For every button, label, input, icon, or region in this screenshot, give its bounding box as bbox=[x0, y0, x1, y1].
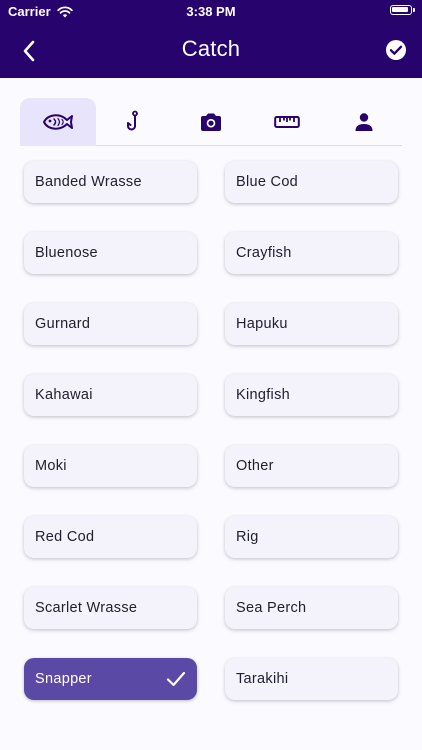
species-label: Other bbox=[236, 458, 274, 474]
species-option[interactable]: Other bbox=[225, 445, 398, 487]
species-label: Snapper bbox=[35, 671, 92, 687]
carrier-label: Carrier bbox=[8, 4, 51, 19]
carrier-info: Carrier bbox=[8, 4, 73, 19]
check-circle-icon bbox=[386, 40, 406, 60]
species-label: Bluenose bbox=[35, 245, 98, 261]
species-label: Banded Wrasse bbox=[35, 174, 142, 190]
status-bar: Carrier 3:38 PM bbox=[0, 0, 422, 22]
species-option[interactable]: Hapuku bbox=[225, 303, 398, 345]
navigation-bar: Catch bbox=[0, 22, 422, 78]
species-option[interactable]: Snapper bbox=[24, 658, 197, 700]
species-label: Gurnard bbox=[35, 316, 91, 332]
species-option[interactable]: Crayfish bbox=[225, 232, 398, 274]
camera-icon bbox=[200, 113, 221, 131]
species-option[interactable]: Tarakihi bbox=[225, 658, 398, 700]
battery-icon bbox=[390, 5, 415, 15]
species-label: Tarakihi bbox=[236, 671, 289, 687]
wifi-icon bbox=[56, 5, 73, 18]
species-label: Kingfish bbox=[236, 387, 290, 403]
species-label: Hapuku bbox=[236, 316, 288, 332]
ruler-icon bbox=[274, 116, 301, 128]
confirm-button[interactable] bbox=[382, 36, 410, 64]
species-label: Red Cod bbox=[35, 529, 95, 545]
fish-icon bbox=[43, 114, 74, 130]
tab-method[interactable] bbox=[96, 98, 172, 146]
species-label: Moki bbox=[35, 458, 67, 474]
species-option[interactable]: Rig bbox=[225, 516, 398, 558]
species-option[interactable]: Sea Perch bbox=[225, 587, 398, 629]
app-header: Carrier 3:38 PM Catch bbox=[0, 0, 422, 78]
species-label: Rig bbox=[236, 529, 259, 545]
check-icon bbox=[166, 671, 186, 687]
species-label: Kahawai bbox=[35, 387, 93, 403]
species-option[interactable]: Banded Wrasse bbox=[24, 161, 197, 203]
tab-measure[interactable] bbox=[249, 98, 325, 146]
species-option[interactable]: Kingfish bbox=[225, 374, 398, 416]
status-time: 3:38 PM bbox=[186, 4, 236, 19]
species-option[interactable]: Gurnard bbox=[24, 303, 197, 345]
species-option[interactable]: Bluenose bbox=[24, 232, 197, 274]
person-icon bbox=[355, 113, 373, 131]
species-option[interactable]: Blue Cod bbox=[225, 161, 398, 203]
catch-tabs bbox=[20, 98, 402, 146]
tab-angler[interactable] bbox=[326, 98, 402, 146]
tab-photo[interactable] bbox=[173, 98, 249, 146]
page-title: Catch bbox=[181, 36, 241, 61]
species-option[interactable]: Moki bbox=[24, 445, 197, 487]
species-option[interactable]: Red Cod bbox=[24, 516, 197, 558]
species-label: Sea Perch bbox=[236, 600, 307, 616]
species-label: Scarlet Wrasse bbox=[35, 600, 138, 616]
species-option[interactable]: Scarlet Wrasse bbox=[24, 587, 197, 629]
tab-species[interactable] bbox=[20, 98, 97, 146]
species-grid: Banded Wrasse Blue Cod Bluenose Crayfish… bbox=[24, 161, 398, 700]
hook-icon bbox=[126, 110, 138, 131]
species-label: Blue Cod bbox=[236, 174, 299, 190]
species-label: Crayfish bbox=[236, 245, 292, 261]
species-option[interactable]: Kahawai bbox=[24, 374, 197, 416]
